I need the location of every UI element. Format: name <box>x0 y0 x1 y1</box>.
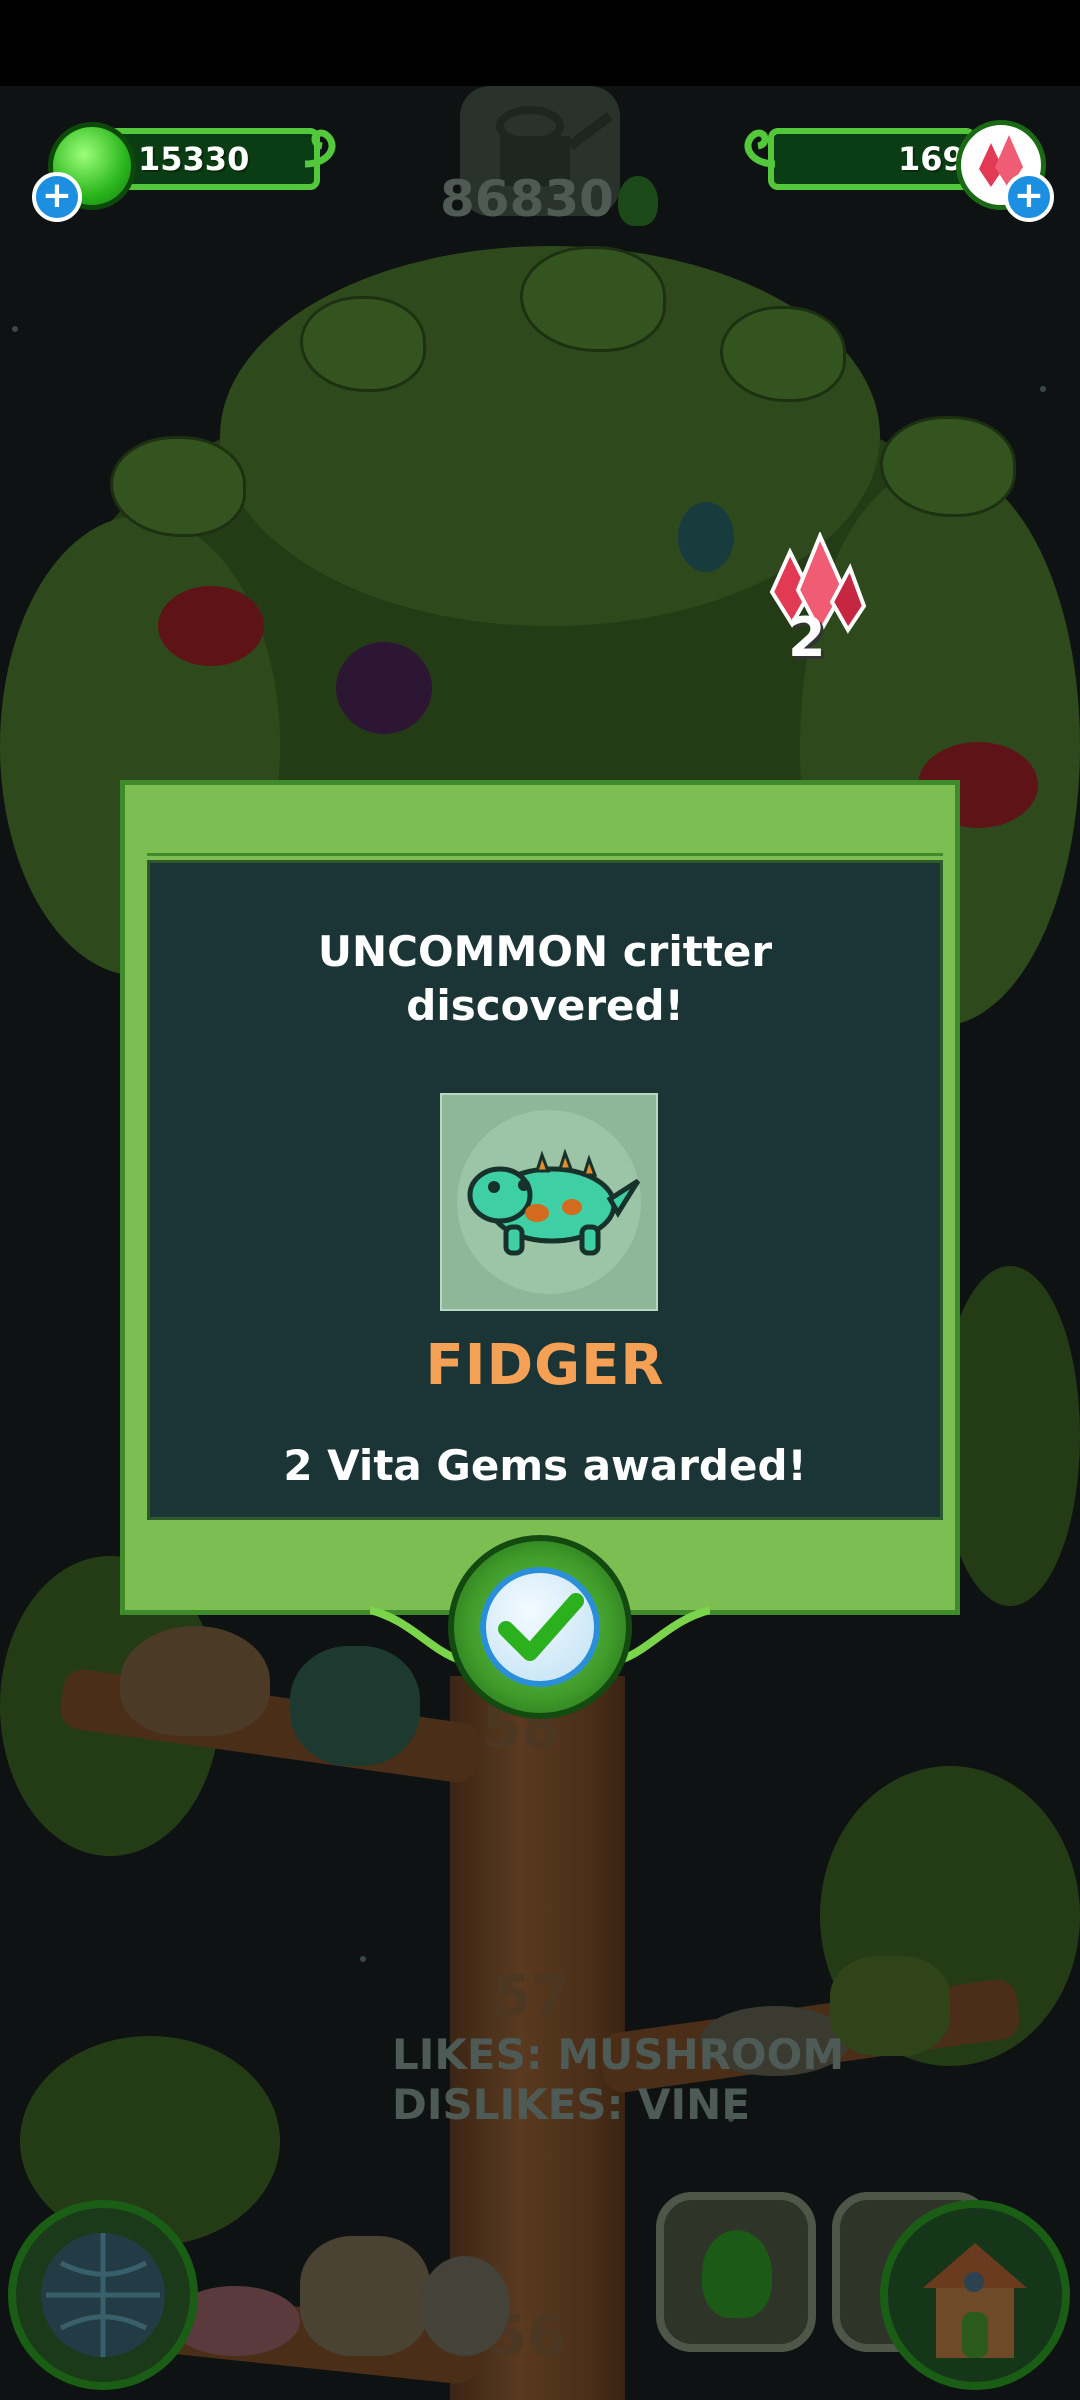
dialog-panel: UNCOMMON critter discovered! FIDGER 2 Vi… <box>147 860 943 1520</box>
slime-drop-icon <box>618 176 658 226</box>
leaf <box>300 296 426 392</box>
dialog-title-line2: discovered! <box>406 981 684 1030</box>
leaf <box>880 416 1016 517</box>
globe-icon <box>41 2233 165 2357</box>
plum-fruit[interactable] <box>336 642 432 734</box>
leaf <box>720 306 846 402</box>
plant-critter[interactable] <box>830 1956 950 2056</box>
plus-icon: + <box>41 175 73 216</box>
habitat-button[interactable] <box>880 2200 1070 2390</box>
apple-fruit[interactable] <box>158 586 264 666</box>
vine-curl-icon <box>304 129 336 168</box>
star <box>12 326 18 332</box>
critter-name: FIDGER <box>425 1333 665 1398</box>
add-slime-button[interactable]: + <box>32 172 82 222</box>
dialog-title: UNCOMMON critter discovered! <box>150 925 940 1033</box>
star <box>1040 386 1046 392</box>
vine-curl-icon <box>744 129 776 168</box>
camel-critter[interactable] <box>300 2236 430 2356</box>
ram-critter[interactable] <box>420 2256 510 2356</box>
add-gem-button[interactable]: + <box>1004 172 1054 222</box>
gem-count: 169 <box>898 140 965 178</box>
tree-canopy <box>940 1266 1080 1606</box>
level-number: 57 <box>492 1964 570 2029</box>
dislikes-text: DISLIKES: VINE <box>392 2080 751 2129</box>
dialog-title-line1: UNCOMMON critter <box>317 927 773 976</box>
slime-shop-button[interactable] <box>656 2192 816 2352</box>
dog-critter[interactable] <box>120 1626 270 1736</box>
leaf <box>110 436 246 537</box>
fidger-critter-icon <box>457 1110 641 1294</box>
watering-score: 86830 <box>440 170 614 228</box>
slime-button-icon <box>702 2230 772 2318</box>
confirm-button[interactable] <box>448 1535 632 1719</box>
star <box>360 1956 366 1962</box>
reward-text: 2 Vita Gems awarded! <box>283 1441 807 1490</box>
checkmark-icon <box>498 1593 584 1661</box>
house-icon <box>923 2243 1027 2358</box>
critter-discovered-dialog: UNCOMMON critter discovered! FIDGER 2 Vi… <box>120 780 960 1615</box>
confirm-button-face <box>480 1567 600 1687</box>
world-map-button[interactable] <box>8 2200 198 2390</box>
slime-count: 15330 <box>138 140 250 178</box>
berry-fruit[interactable] <box>678 502 734 572</box>
gem-reward-count: 2 <box>788 606 826 669</box>
status-bar <box>0 0 1080 86</box>
gem-counter: 169 <box>768 128 976 190</box>
likes-text: LIKES: MUSHROOM <box>392 2030 845 2079</box>
divider <box>147 853 943 856</box>
critter-portrait <box>440 1093 658 1311</box>
plus-icon: + <box>1013 175 1045 216</box>
